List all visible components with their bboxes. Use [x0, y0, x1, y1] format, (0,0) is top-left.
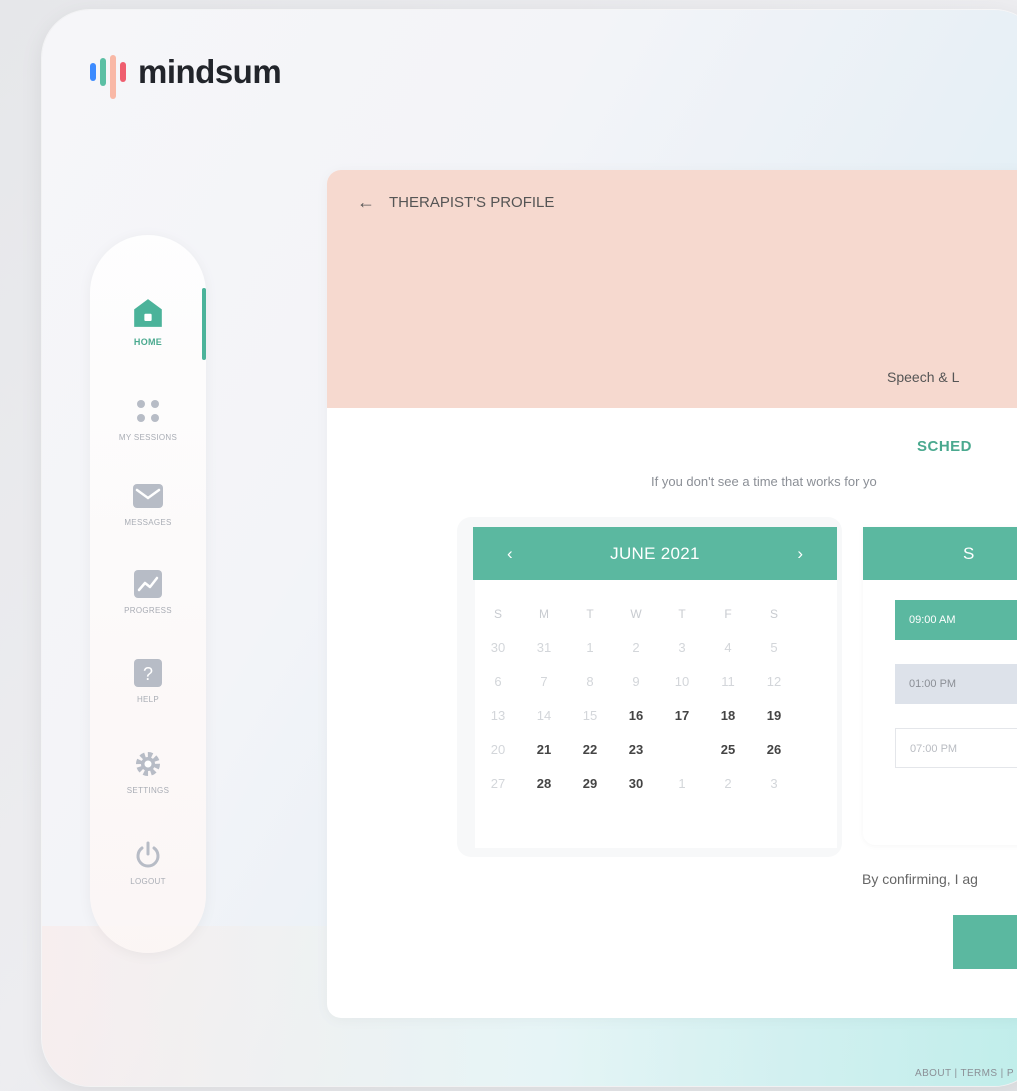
calendar-day: 30	[490, 640, 506, 655]
calendar-day: 1	[678, 776, 686, 791]
footer-links: ABOUT | TERMS | P	[915, 1068, 1014, 1079]
calendar-day: 3	[770, 776, 778, 791]
calendar-day: 27	[490, 776, 506, 791]
sidebar: HOME MY SESSIONS MESSAGES PROGRESS ? HEL…	[90, 235, 206, 953]
calendar-week-row: 30 31 1 2 3 4 5	[475, 634, 797, 662]
calendar-day[interactable]: 18	[705, 702, 751, 730]
profile-header: ← THERAPIST'S PROFILE Speech & L	[327, 170, 1017, 408]
next-month-button[interactable]: ›	[797, 544, 803, 564]
schedule-subtitle: If you don't see a time that works for y…	[651, 474, 877, 489]
prev-month-button[interactable]: ‹	[507, 544, 513, 564]
booking-card: ← THERAPIST'S PROFILE Speech & L SCHED I…	[327, 170, 1017, 1018]
sidebar-item-my-sessions[interactable]: MY SESSIONS	[90, 395, 206, 442]
calendar-day: 1	[586, 640, 594, 655]
confirm-button[interactable]: CO	[953, 915, 1017, 969]
power-icon	[132, 839, 164, 871]
sidebar-item-label: PROGRESS	[124, 606, 172, 615]
footer-privacy-link[interactable]: P	[1007, 1068, 1014, 1079]
calendar-day[interactable]: 28	[521, 770, 567, 798]
calendar-day: 14	[536, 708, 552, 723]
calendar-day-selected[interactable]: 24	[659, 732, 705, 766]
calendar-day[interactable]: 17	[659, 702, 705, 730]
back-link-label: THERAPIST'S PROFILE	[389, 194, 555, 211]
calendar-week-row: 20 21 22 23 24 25 26	[475, 732, 797, 766]
sidebar-item-logout[interactable]: LOGOUT	[90, 839, 206, 886]
weekday-label: T	[678, 607, 686, 621]
arrow-left-icon: ←	[357, 192, 375, 212]
time-slots-header: S	[863, 527, 1017, 580]
time-slot-selected[interactable]: 09:00 AM	[895, 600, 1017, 640]
svg-text:?: ?	[143, 664, 153, 684]
calendar-day: 15	[582, 708, 598, 723]
sidebar-item-label: HELP	[136, 695, 160, 704]
weekday-label: M	[539, 607, 549, 621]
footer-about-link[interactable]: ABOUT	[915, 1068, 951, 1079]
calendar-day: 13	[490, 708, 506, 723]
calendar-day: 6	[494, 674, 502, 689]
calendar-day[interactable]: 29	[567, 770, 613, 798]
calendar-week-row: 13 14 15 16 17 18 19	[475, 702, 797, 730]
sidebar-item-label: SETTINGS	[126, 786, 170, 795]
gear-icon	[132, 748, 164, 780]
calendar-day: 5	[770, 640, 778, 655]
logo-mark-icon	[90, 48, 126, 99]
home-icon	[132, 297, 164, 329]
calendar-day: 8	[586, 674, 594, 689]
sidebar-item-messages[interactable]: MESSAGES	[90, 480, 206, 527]
calendar-day: 4	[724, 640, 732, 655]
chart-icon	[132, 568, 164, 600]
calendar-week-row: 27 28 29 30 1 2 3	[475, 770, 797, 798]
calendar-day: 20	[490, 742, 506, 757]
calendar-day[interactable]: 26	[751, 736, 797, 764]
sidebar-item-progress[interactable]: PROGRESS	[90, 568, 206, 615]
calendar-day: 2	[632, 640, 640, 655]
calendar-day[interactable]: 16	[613, 702, 659, 730]
weekday-label: S	[493, 607, 502, 621]
calendar-month-label: JUNE 2021	[610, 543, 700, 563]
brand-name: mindsum	[138, 53, 282, 90]
brand-logo[interactable]: mindsum	[90, 48, 282, 99]
time-slot[interactable]: 01:00 PM	[895, 664, 1017, 704]
calendar-header: ‹ JUNE 2021 ›	[473, 527, 837, 580]
footer-terms-link[interactable]: TERMS	[960, 1068, 997, 1079]
sidebar-item-help[interactable]: ? HELP	[90, 657, 206, 704]
sidebar-item-label: HOME	[133, 337, 163, 347]
calendar-weekday-row: S M T W T F S	[475, 600, 797, 628]
calendar-day: 12	[766, 674, 782, 689]
calendar-week-row: 6 7 8 9 10 11 12	[475, 668, 797, 696]
calendar-day: 7	[540, 674, 548, 689]
schedule-title: SCHED	[917, 438, 973, 455]
calendar-day: 9	[632, 674, 640, 689]
confirm-terms-text: By confirming, I ag	[862, 871, 978, 887]
calendar-day[interactable]: 30	[613, 770, 659, 798]
calendar: ‹ JUNE 2021 › S M T W T F S 30 31 1 2 3 4 5 6 7 8…	[457, 517, 842, 857]
calendar-day: 11	[721, 674, 735, 689]
sidebar-item-label: LOGOUT	[130, 877, 166, 886]
sidebar-item-label: MY SESSIONS	[118, 433, 178, 442]
time-slot[interactable]: 07:00 PM	[895, 728, 1017, 768]
calendar-day[interactable]: 22	[567, 736, 613, 764]
calendar-day[interactable]: 21	[521, 736, 567, 764]
calendar-day: 3	[678, 640, 686, 655]
weekday-label: T	[586, 607, 594, 621]
sidebar-item-settings[interactable]: SETTINGS	[90, 748, 206, 795]
grid-icon	[132, 395, 164, 427]
calendar-day: 31	[536, 640, 552, 655]
calendar-day: 10	[674, 674, 690, 689]
sidebar-item-label: MESSAGES	[124, 518, 172, 527]
weekday-label: S	[769, 607, 778, 621]
help-icon: ?	[132, 657, 164, 689]
calendar-day[interactable]: 19	[751, 702, 797, 730]
calendar-day[interactable]: 25	[705, 736, 751, 764]
weekday-label: F	[724, 607, 732, 621]
calendar-grid: S M T W T F S 30 31 1 2 3 4 5 6 7 8 9 10 11 12 13 14 15 1…	[475, 580, 837, 848]
weekday-label: W	[630, 607, 642, 621]
calendar-day: 2	[724, 776, 732, 791]
calendar-day[interactable]: 23	[613, 736, 659, 764]
time-slots-panel: S 09:00 AM 01:00 PM 07:00 PM	[863, 527, 1017, 845]
mail-icon	[132, 480, 164, 512]
sidebar-item-home[interactable]: HOME	[90, 297, 206, 347]
therapist-specialty: Speech & L	[887, 369, 960, 385]
back-to-profile-link[interactable]: ← THERAPIST'S PROFILE	[357, 192, 554, 213]
